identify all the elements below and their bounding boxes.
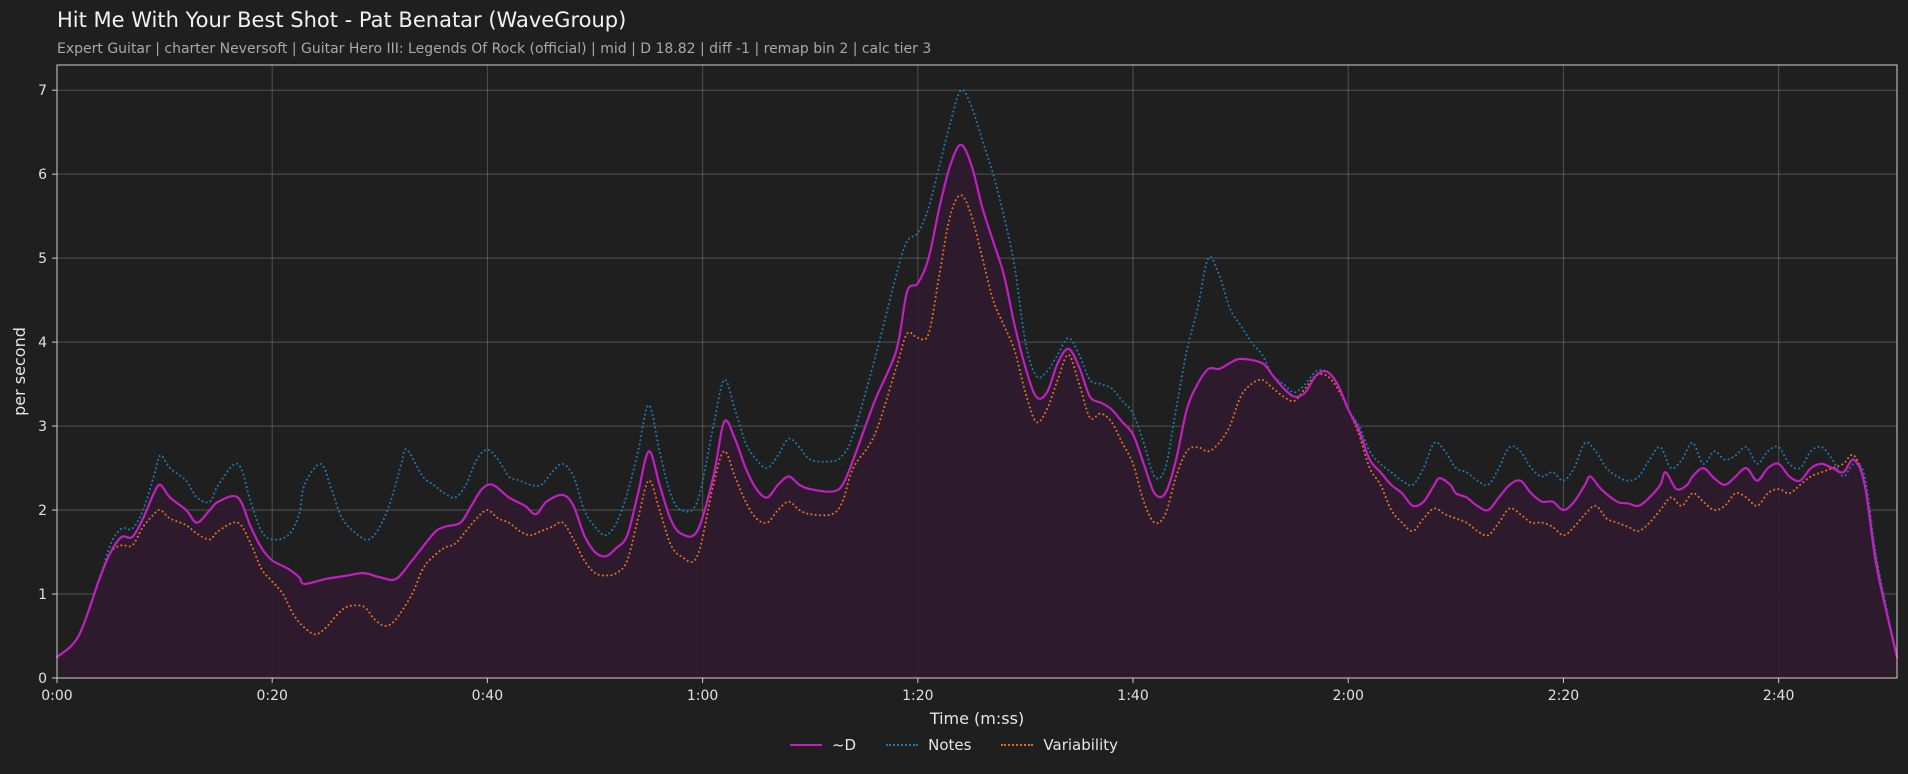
legend-item: Variability xyxy=(1001,736,1118,754)
legend-label: Notes xyxy=(928,736,972,754)
x-tick-label: 2:00 xyxy=(1333,688,1364,704)
series-area-fill xyxy=(57,144,1897,678)
x-tick-label: 2:20 xyxy=(1548,688,1579,704)
y-tick-label: 2 xyxy=(38,503,47,519)
x-tick-label: 1:40 xyxy=(1117,688,1148,704)
y-tick-label: 6 xyxy=(38,167,47,183)
y-tick-label: 7 xyxy=(38,83,47,99)
x-axis-label: Time (m:ss) xyxy=(929,709,1024,728)
x-tick-label: 0:20 xyxy=(256,688,287,704)
legend-item: ~D xyxy=(789,736,857,754)
y-tick-label: 5 xyxy=(38,251,47,267)
x-tick-label: 1:20 xyxy=(902,688,933,704)
x-tick-label: 1:00 xyxy=(687,688,718,704)
legend-label: ~D xyxy=(831,736,857,754)
x-axis-ticks: 0:00 0:20 0:40 1:00 1:20 1:40 2:00 2:20 2:40 xyxy=(41,678,1794,704)
y-tick-label: 3 xyxy=(38,419,47,435)
y-tick-label: 0 xyxy=(38,671,47,687)
legend-label: Variability xyxy=(1043,736,1119,754)
y-tick-label: 4 xyxy=(38,335,47,351)
y-axis-ticks: 0 1 2 3 4 5 6 7 xyxy=(38,83,57,687)
x-tick-label: 0:40 xyxy=(472,688,503,704)
y-axis-label: per second xyxy=(10,327,29,416)
legend-swatch xyxy=(1001,744,1034,746)
legend-swatch xyxy=(886,744,919,746)
legend: ~D Notes Variability xyxy=(0,736,1908,754)
legend-item: Notes xyxy=(886,736,971,754)
area-fill xyxy=(57,144,1897,678)
x-tick-label: 0:00 xyxy=(41,688,72,704)
y-tick-label: 1 xyxy=(38,587,47,603)
legend-swatch xyxy=(789,744,822,746)
line-chart: 0:00 0:20 0:40 1:00 1:20 1:40 2:00 2:20 2:40 0 1 2… xyxy=(10,64,1899,728)
x-tick-label: 2:40 xyxy=(1763,688,1794,704)
